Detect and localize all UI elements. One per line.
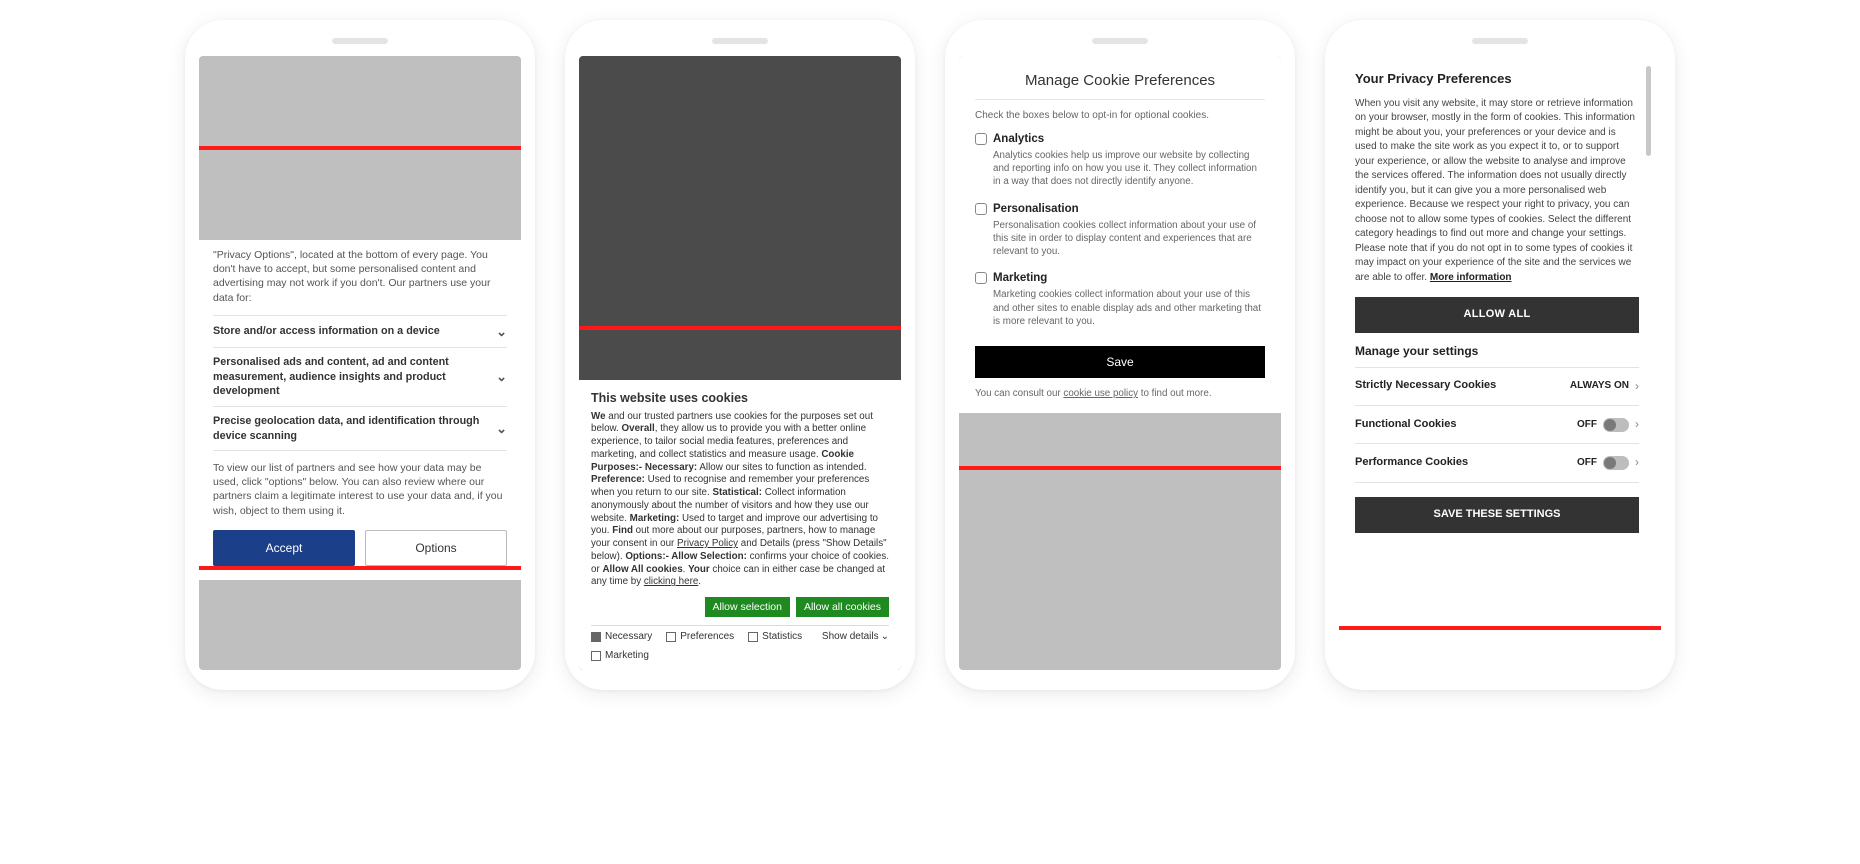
screen-4: Your Privacy Preferences When you visit … [1339, 56, 1661, 670]
cookie-policy-note: You can consult our cookie use policy to… [975, 388, 1265, 399]
chevron-down-icon: ⌄ [496, 420, 507, 438]
setting-state: OFF [1577, 418, 1597, 433]
options-button[interactable]: Options [365, 530, 507, 566]
category-desc: Analytics cookies help us improve our we… [975, 149, 1265, 189]
manage-settings-heading: Manage your settings [1355, 343, 1639, 360]
chevron-down-icon: ⌄ [881, 630, 889, 643]
setting-name: Functional Cookies [1355, 417, 1456, 433]
scrollbar-thumb[interactable] [1646, 66, 1651, 156]
category-name: Personalisation [993, 203, 1079, 215]
more-information-link[interactable]: More information [1430, 272, 1512, 283]
intro-text: "Privacy Options", located at the bottom… [213, 248, 507, 305]
category-desc: Marketing cookies collect information ab… [975, 288, 1265, 328]
banner-body: We and our trusted partners use cookies … [591, 411, 889, 589]
chevron-right-icon: › [1635, 454, 1639, 471]
speaker-slot [712, 38, 768, 44]
toggle-switch[interactable] [1603, 418, 1629, 432]
save-settings-button[interactable]: SAVE THESE SETTINGS [1355, 497, 1639, 533]
setting-name: Strictly Necessary Cookies [1355, 378, 1496, 394]
category-checkbox[interactable] [975, 272, 987, 284]
allow-all-button[interactable]: ALLOW ALL [1355, 297, 1639, 333]
phones-row: "Privacy Options", located at the bottom… [20, 20, 1840, 690]
speaker-slot [1092, 38, 1148, 44]
preferences-checkbox[interactable]: Preferences [666, 630, 734, 643]
purpose-label: Store and/or access information on a dev… [213, 324, 440, 339]
purpose-row[interactable]: Precise geolocation data, and identifica… [213, 406, 507, 451]
category-checkboxes: Necessary Preferences Statistics Marketi… [591, 625, 889, 662]
statistics-checkbox[interactable]: Statistics [748, 630, 802, 643]
cookie-category: Marketing Marketing cookies collect infor… [975, 272, 1265, 328]
privacy-dialog: "Privacy Options", located at the bottom… [199, 240, 521, 580]
necessary-checkbox[interactable]: Necessary [591, 630, 652, 643]
phone-2: This website uses cookies We and our tru… [565, 20, 915, 690]
panel-intro: Check the boxes below to opt-in for opti… [975, 110, 1265, 121]
settings-row[interactable]: Functional Cookies OFF › [1355, 405, 1639, 443]
settings-row[interactable]: Performance Cookies OFF › [1355, 443, 1639, 482]
cookie-policy-link[interactable]: cookie use policy [1063, 388, 1138, 399]
screen-1: "Privacy Options", located at the bottom… [199, 56, 521, 670]
allow-all-cookies-button[interactable]: Allow all cookies [796, 597, 889, 617]
category-desc: Personalisation cookies collect informat… [975, 219, 1265, 259]
panel-title: Manage Cookie Preferences [975, 72, 1265, 100]
cookie-banner: This website uses cookies We and our tru… [579, 380, 901, 670]
chevron-down-icon: ⌄ [496, 323, 507, 341]
speaker-slot [332, 38, 388, 44]
partners-note: To view our list of partners and see how… [213, 461, 507, 518]
panel-body: When you visit any website, it may store… [1355, 97, 1639, 286]
chevron-right-icon: › [1635, 416, 1639, 433]
screen-3: Manage Cookie Preferences Check the boxe… [959, 56, 1281, 670]
privacy-preferences-panel: Your Privacy Preferences When you visit … [1339, 56, 1653, 670]
setting-name: Performance Cookies [1355, 455, 1468, 471]
save-button[interactable]: Save [975, 346, 1265, 378]
screen-2: This website uses cookies We and our tru… [579, 56, 901, 670]
category-name: Marketing [993, 272, 1047, 284]
toggle-switch[interactable] [1603, 456, 1629, 470]
cookie-category: Personalisation Personalisation cookies c… [975, 203, 1265, 259]
speaker-slot [1472, 38, 1528, 44]
category-name: Analytics [993, 133, 1044, 145]
banner-title: This website uses cookies [591, 390, 889, 406]
manage-preferences-panel: Manage Cookie Preferences Check the boxe… [959, 56, 1281, 413]
clicking-here-link[interactable]: clicking here [644, 576, 698, 587]
setting-state: ALWAYS ON [1570, 379, 1629, 394]
marketing-checkbox[interactable]: Marketing [591, 649, 889, 662]
category-checkbox[interactable] [975, 203, 987, 215]
phone-3: Manage Cookie Preferences Check the boxe… [945, 20, 1295, 690]
setting-state: OFF [1577, 456, 1597, 471]
category-checkbox[interactable] [975, 133, 987, 145]
phone-1: "Privacy Options", located at the bottom… [185, 20, 535, 690]
purpose-row[interactable]: Store and/or access information on a dev… [213, 315, 507, 348]
purpose-label: Precise geolocation data, and identifica… [213, 414, 496, 443]
privacy-policy-link[interactable]: Privacy Policy [677, 538, 738, 549]
purpose-row[interactable]: Personalised ads and content, ad and con… [213, 347, 507, 406]
chevron-down-icon: ⌄ [496, 368, 507, 386]
purpose-label: Personalised ads and content, ad and con… [213, 355, 496, 399]
accept-button[interactable]: Accept [213, 530, 355, 566]
show-details-link[interactable]: Show details ⌄ [822, 630, 889, 643]
chevron-right-icon: › [1635, 378, 1639, 395]
panel-title: Your Privacy Preferences [1355, 70, 1639, 89]
settings-row[interactable]: Strictly Necessary Cookies ALWAYS ON › [1355, 367, 1639, 405]
phone-4: Your Privacy Preferences When you visit … [1325, 20, 1675, 690]
cookie-category: Analytics Analytics cookies help us impro… [975, 133, 1265, 189]
allow-selection-button[interactable]: Allow selection [705, 597, 790, 617]
